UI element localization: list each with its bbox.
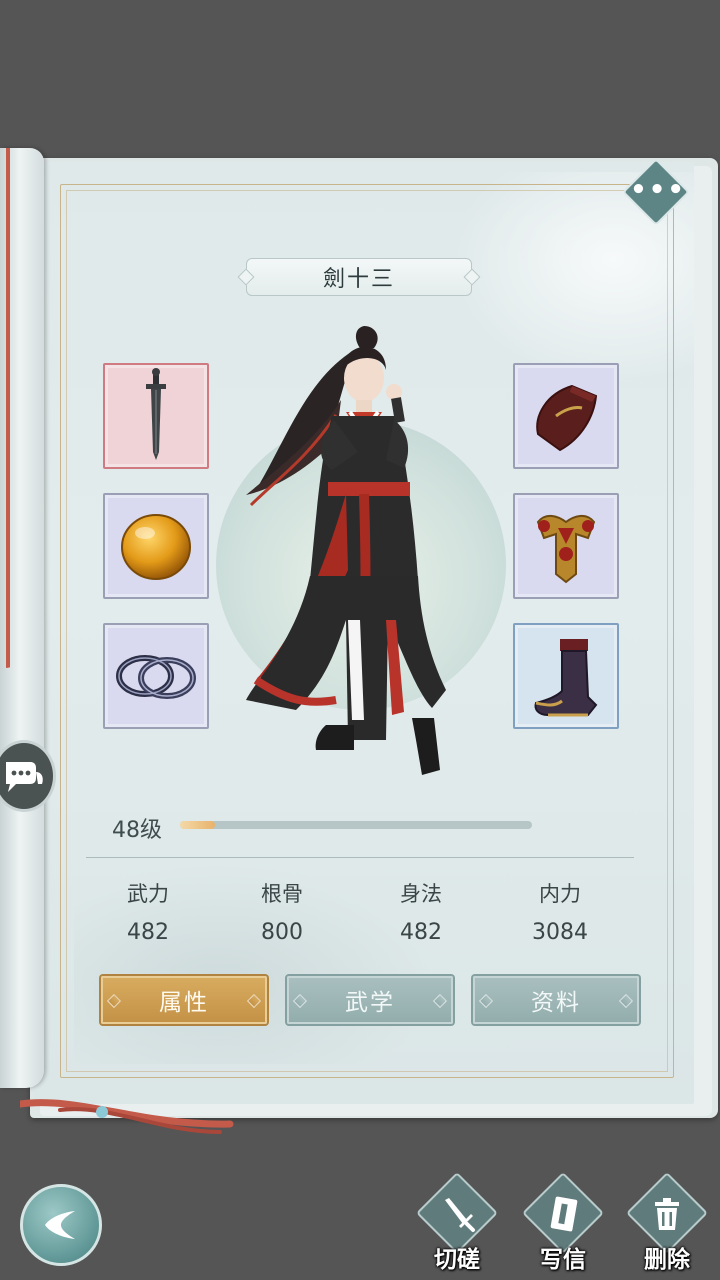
sword-icon <box>445 1198 475 1232</box>
stat-label: 根骨 <box>261 882 303 906</box>
stat-value: 3084 <box>532 920 588 945</box>
delete-label: 删除 <box>644 1247 690 1273</box>
equip-slot-bracer[interactable] <box>513 363 619 469</box>
bookmark-ribbon <box>6 148 20 668</box>
stat-value: 800 <box>261 920 303 945</box>
equip-slot-boots[interactable] <box>513 623 619 729</box>
more-dots-icon: ••• <box>630 174 687 205</box>
character-name: 劍十三 <box>322 267 395 292</box>
character-portrait <box>246 326 446 775</box>
tab-attributes[interactable]: 属性 <box>101 976 267 1024</box>
back-arrow-icon <box>45 1211 75 1239</box>
ribbon-tail <box>20 1099 234 1134</box>
stat-gengu: 根骨 800 <box>222 878 342 945</box>
letter-icon <box>550 1196 578 1232</box>
action-icon-wrap <box>520 1192 606 1236</box>
bracer-icon <box>536 384 598 452</box>
sword-icon <box>146 368 166 460</box>
action-icon-wrap <box>414 1192 500 1236</box>
write-letter-label: 写信 <box>540 1247 586 1273</box>
stat-label: 武力 <box>127 882 169 906</box>
stat-wuli: 武力 482 <box>88 878 208 945</box>
amber-gem-icon <box>121 514 191 580</box>
book-spine <box>0 148 44 1088</box>
write-letter-button[interactable]: 写信 <box>520 1171 606 1280</box>
stat-shenfa: 身法 482 <box>361 878 481 945</box>
spar-label: 切磋 <box>434 1247 480 1273</box>
stat-value: 482 <box>400 920 442 945</box>
equip-slot-weapon[interactable] <box>103 363 209 469</box>
equip-slot-bracelet[interactable] <box>103 623 209 729</box>
tab-martial-arts[interactable]: 武学 <box>287 976 453 1024</box>
armor-icon <box>536 515 596 584</box>
equip-slot-armor[interactable] <box>513 493 619 599</box>
section-divider <box>86 857 634 858</box>
level-progress-bar <box>180 821 532 829</box>
trash-icon <box>655 1198 679 1230</box>
action-icon-wrap <box>624 1192 710 1236</box>
stat-value: 482 <box>127 920 169 945</box>
level-label: 48级 <box>112 818 162 843</box>
stat-label: 内力 <box>539 882 581 906</box>
level-progress-fill <box>180 821 216 829</box>
tab-profile[interactable]: 资料 <box>473 976 639 1024</box>
delete-button[interactable]: 删除 <box>624 1171 710 1280</box>
stat-label: 身法 <box>400 882 442 906</box>
chat-bubble-icon <box>6 762 43 792</box>
spar-button[interactable]: 切磋 <box>414 1171 500 1280</box>
equip-slot-gem[interactable] <box>103 493 209 599</box>
boot-icon <box>534 639 598 717</box>
stat-neili: 内力 3084 <box>500 878 620 945</box>
character-name-plate: 劍十三 <box>246 258 472 296</box>
back-button[interactable] <box>20 1184 102 1266</box>
bracelet-icon <box>116 655 196 699</box>
